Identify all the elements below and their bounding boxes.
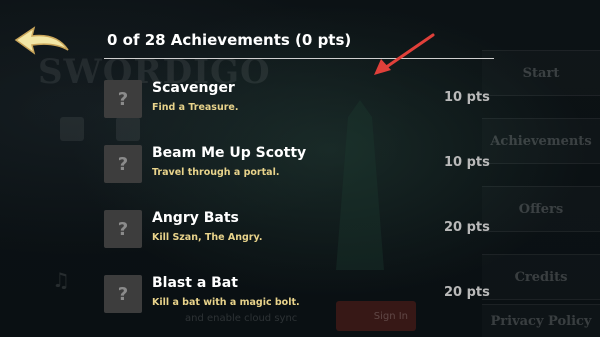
locked-achievement-icon: ? (104, 275, 142, 313)
achievement-row[interactable]: ? Scavenger Find a Treasure. 10 pts (104, 80, 504, 136)
achievement-row[interactable]: ? Beam Me Up Scotty Travel through a por… (104, 145, 504, 201)
achievement-row[interactable]: ? Angry Bats Kill Szan, The Angry. 20 pt… (104, 210, 504, 266)
locked-achievement-icon: ? (104, 80, 142, 118)
achievement-points: 20 pts (444, 220, 490, 235)
achievement-name: Angry Bats (152, 210, 239, 226)
achievement-name: Blast a Bat (152, 275, 238, 291)
achievement-points: 10 pts (444, 90, 490, 105)
achievement-description: Kill Szan, The Angry. (152, 232, 263, 243)
achievement-row[interactable]: ? Blast a Bat Kill a bat with a magic bo… (104, 275, 504, 331)
locked-achievement-icon: ? (104, 145, 142, 183)
achievement-name: Scavenger (152, 80, 235, 96)
achievement-points: 10 pts (444, 155, 490, 170)
achievement-description: Kill a bat with a magic bolt. (152, 297, 300, 308)
achievement-list: ? Scavenger Find a Treasure. 10 pts ? Be… (0, 0, 600, 337)
achievement-points: 20 pts (444, 285, 490, 300)
locked-achievement-icon: ? (104, 210, 142, 248)
achievement-description: Find a Treasure. (152, 102, 239, 113)
achievement-description: Travel through a portal. (152, 167, 280, 178)
achievement-name: Beam Me Up Scotty (152, 145, 307, 161)
